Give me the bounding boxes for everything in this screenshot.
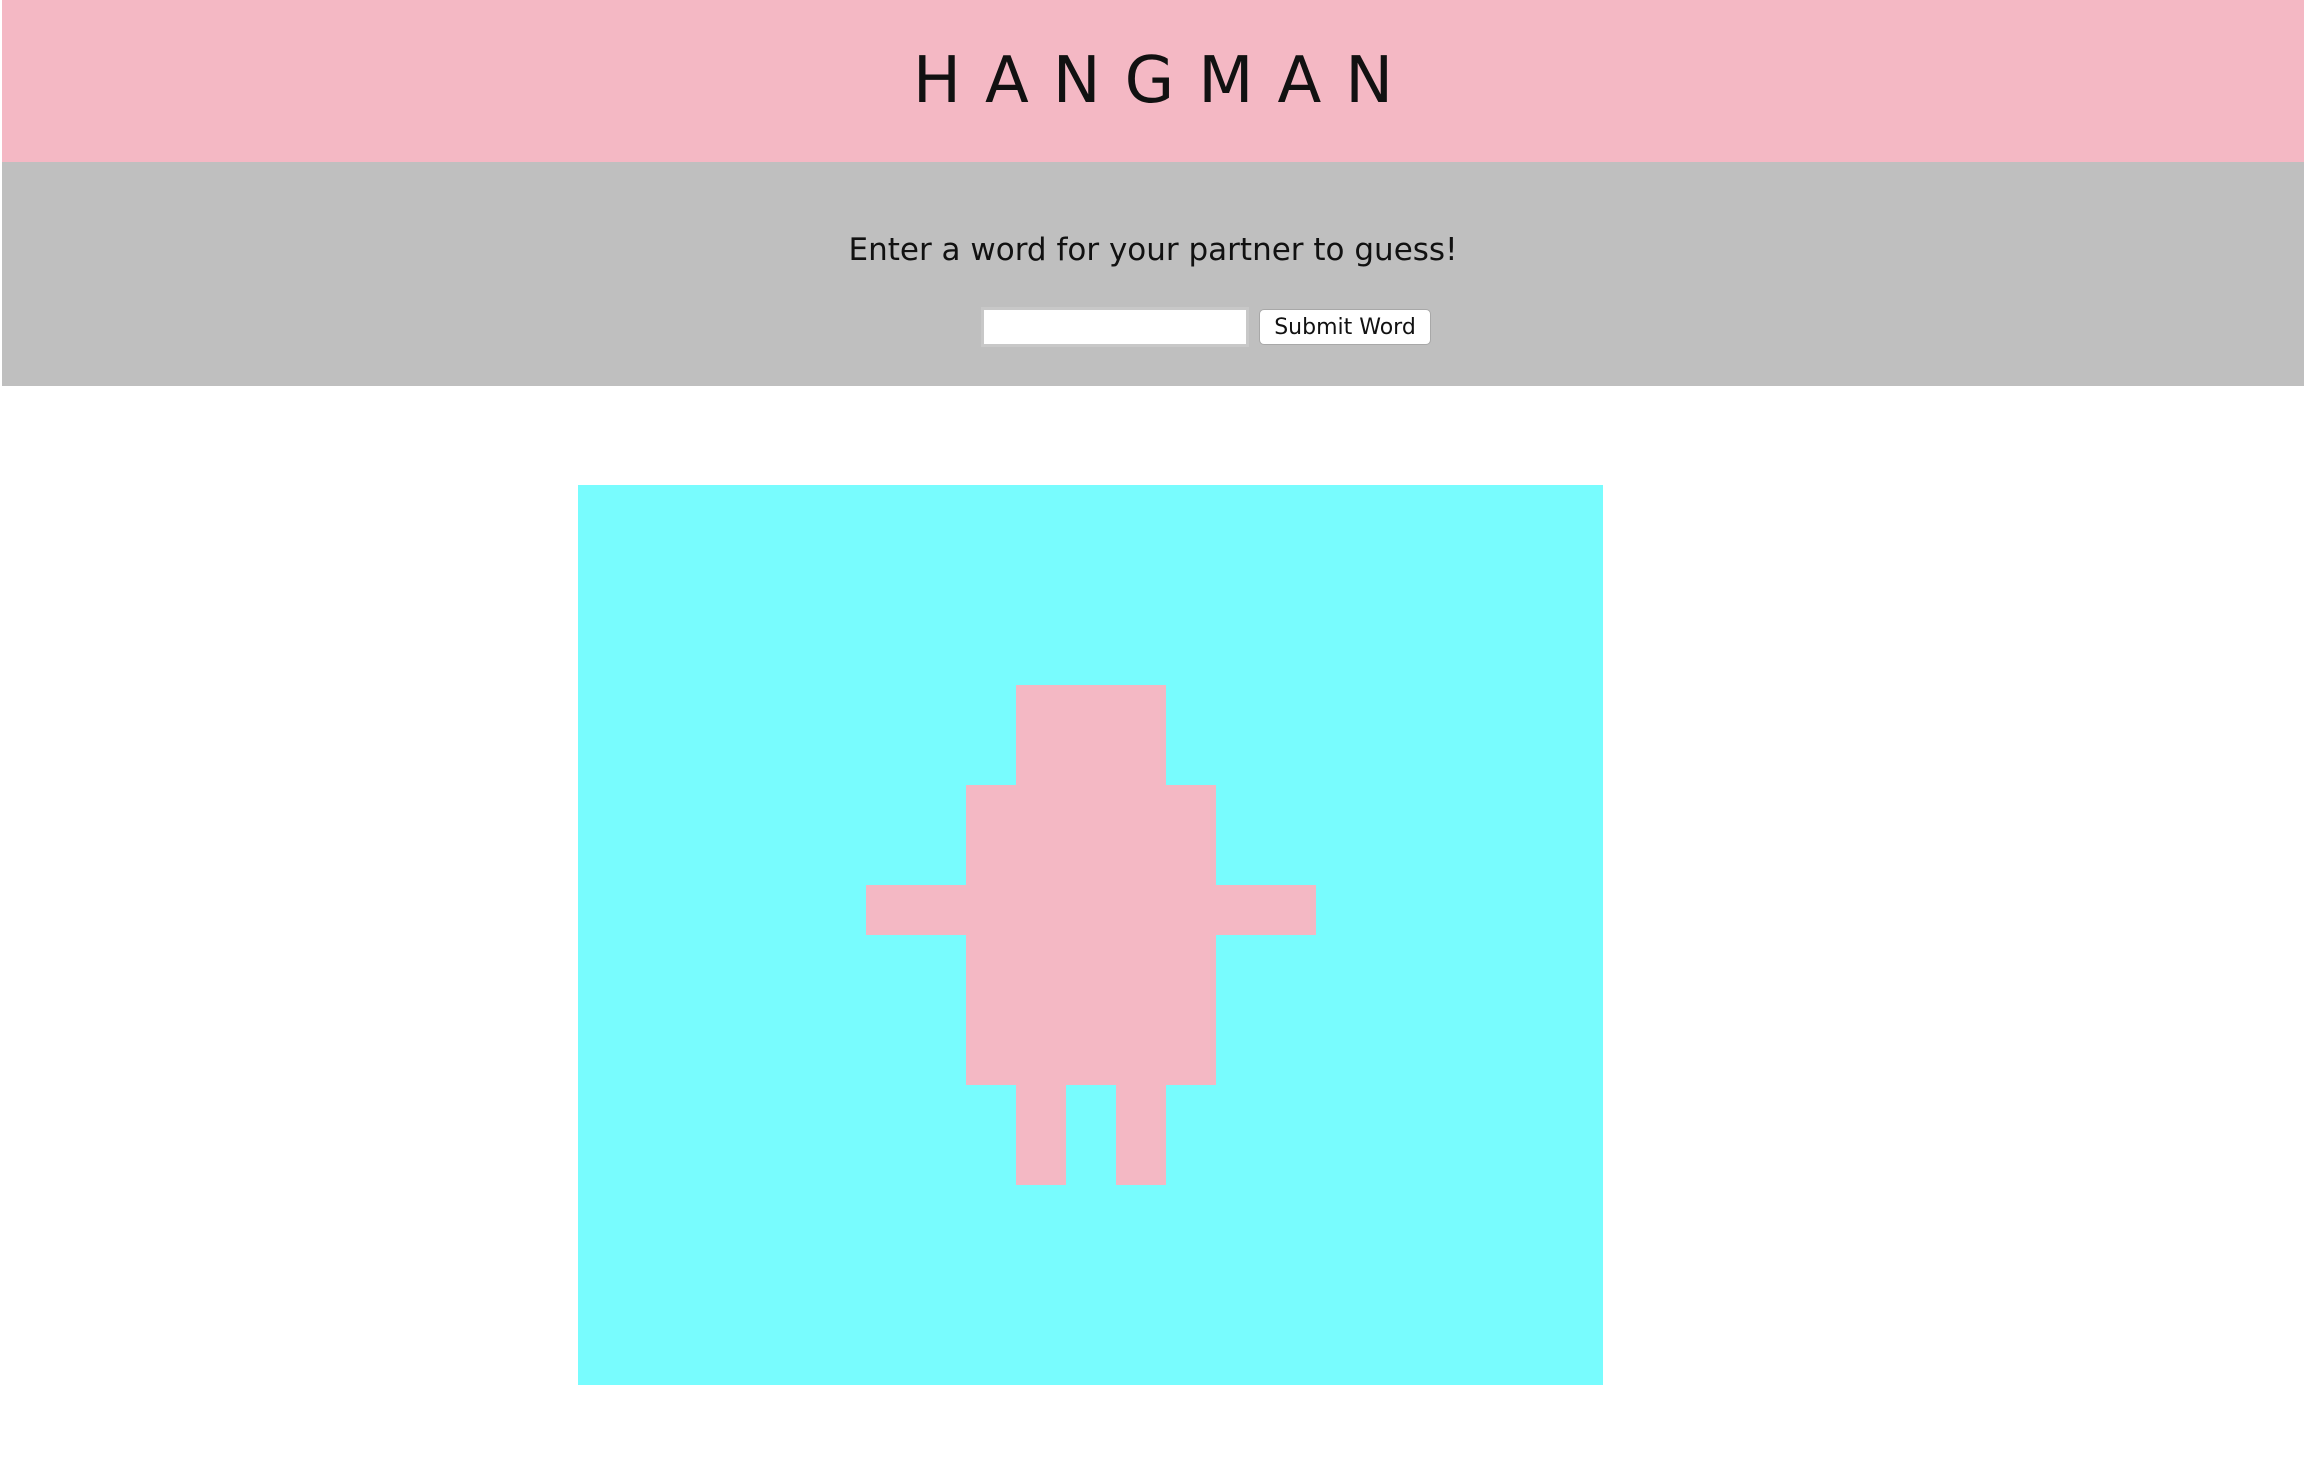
hangman-right-arm bbox=[1216, 885, 1316, 935]
word-input[interactable] bbox=[981, 307, 1250, 347]
page-title: HANGMAN bbox=[912, 44, 1418, 118]
header-bar: HANGMAN bbox=[2, 0, 2304, 162]
word-entry-prompt: Enter a word for your partner to guess! bbox=[848, 232, 1458, 268]
word-entry-panel: Enter a word for your partner to guess! … bbox=[2, 162, 2304, 386]
hangman-body bbox=[966, 785, 1216, 1085]
submit-word-button[interactable]: Submit Word bbox=[1259, 309, 1431, 345]
hangman-right-leg bbox=[1116, 1085, 1166, 1185]
hangman-left-arm bbox=[866, 885, 966, 935]
hangman-canvas bbox=[578, 485, 1603, 1385]
hangman-head bbox=[1016, 685, 1166, 785]
hangman-left-leg bbox=[1016, 1085, 1066, 1185]
word-entry-form: Submit Word bbox=[2, 307, 2304, 347]
